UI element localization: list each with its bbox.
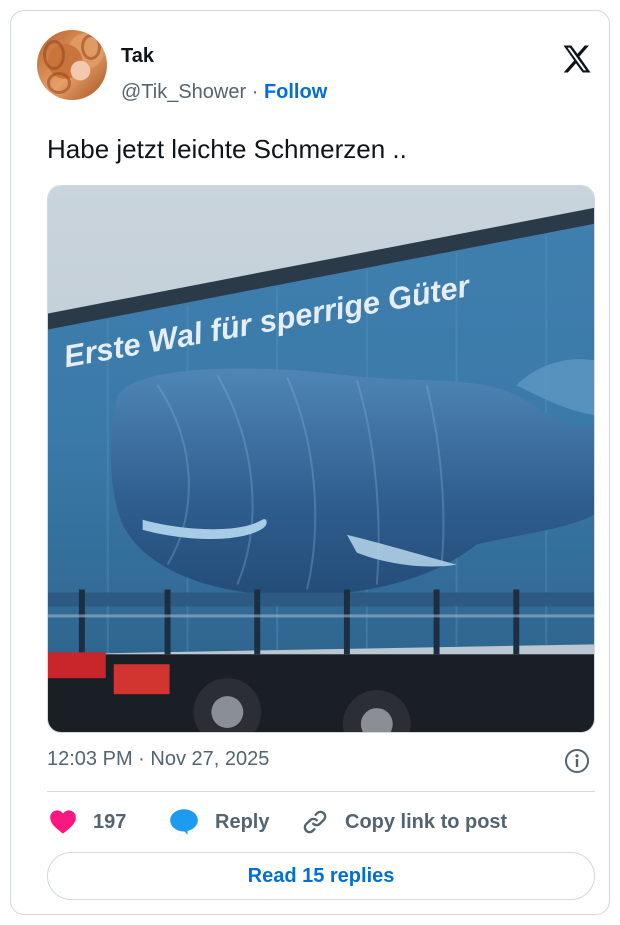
avatar-hair-curl <box>43 40 65 70</box>
copy-link-button[interactable]: Copy link to post <box>301 806 507 838</box>
avatar-hair-curl <box>47 72 71 94</box>
divider <box>47 791 595 792</box>
copy-link-label: Copy link to post <box>345 810 508 833</box>
link-icon <box>303 810 327 834</box>
tweet-card: Tak @Tik_Shower · Follow Habe jetzt leic… <box>10 10 610 915</box>
author-line: @Tik_Shower · Follow <box>121 81 327 104</box>
tweet-timestamp[interactable]: 12:03 PM · Nov 27, 2025 <box>47 748 269 771</box>
reply-button[interactable]: Reply <box>169 806 269 838</box>
truck-whale-photo: Erste Wal für sperrige Güter <box>48 186 594 732</box>
avatar-hair-curl <box>81 34 101 60</box>
like-button[interactable]: 197 <box>49 806 126 838</box>
handle-separator: · <box>246 81 264 103</box>
author-handle[interactable]: @Tik_Shower <box>121 81 246 103</box>
heart-icon <box>50 810 76 834</box>
tweet-media-photo[interactable]: Erste Wal für sperrige Güter <box>47 185 595 733</box>
reply-bubble-icon <box>170 809 198 835</box>
author-name[interactable]: Tak <box>121 45 154 68</box>
follow-link[interactable]: Follow <box>264 81 327 103</box>
tweet-text: Habe jetzt leichte Schmerzen .. <box>47 134 407 164</box>
x-logo-icon[interactable] <box>559 41 595 77</box>
avatar[interactable] <box>37 30 107 100</box>
reply-label: Reply <box>215 810 270 833</box>
info-icon[interactable] <box>564 748 590 774</box>
like-count: 197 <box>93 810 127 833</box>
read-replies-button[interactable]: Read 15 replies <box>47 852 595 900</box>
